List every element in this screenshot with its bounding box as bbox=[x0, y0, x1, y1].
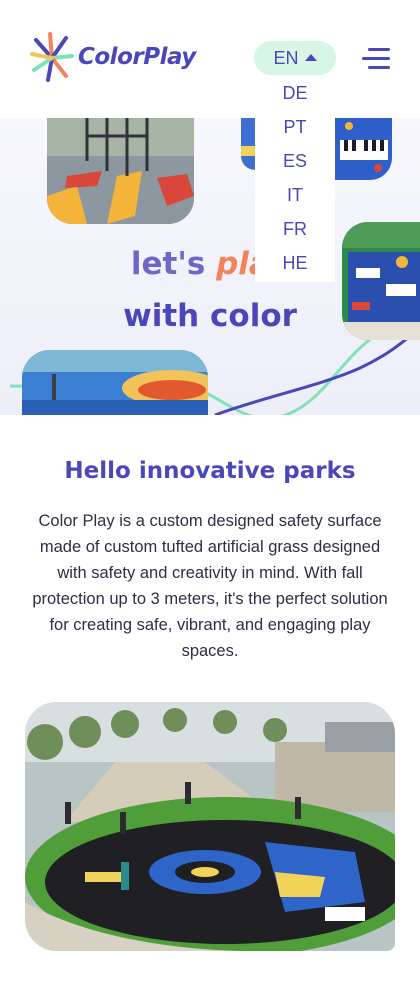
language-option[interactable]: FR bbox=[255, 212, 335, 246]
language-dropdown: DE PT ES IT FR HE bbox=[255, 76, 335, 282]
intro-title: Hello innovative parks bbox=[64, 458, 356, 484]
language-option[interactable]: ES bbox=[255, 144, 335, 178]
blue-surface-photo bbox=[22, 350, 208, 415]
hero-heading-line2: with color bbox=[123, 298, 297, 334]
current-language: EN bbox=[273, 47, 299, 68]
language-option[interactable]: HE bbox=[255, 246, 335, 280]
logo[interactable]: ColorPlay bbox=[30, 30, 196, 84]
language-option[interactable]: PT bbox=[255, 110, 335, 144]
site-header: ColorPlay EN bbox=[0, 0, 420, 118]
colorplay-burst-icon bbox=[30, 32, 74, 82]
playground-photo bbox=[47, 118, 194, 224]
language-selector-button[interactable]: EN bbox=[254, 41, 336, 75]
park-feature-photo bbox=[25, 702, 395, 951]
hero-section: let's play with color bbox=[0, 118, 420, 415]
hero-heading-prefix: let's bbox=[130, 246, 217, 282]
language-option[interactable]: IT bbox=[255, 178, 335, 212]
hamburger-menu-icon[interactable] bbox=[362, 48, 390, 70]
caret-up-icon bbox=[304, 53, 317, 61]
piano-surface-photo bbox=[334, 118, 392, 180]
logo-text: ColorPlay bbox=[78, 44, 196, 70]
hero-heading-line1: let's play bbox=[0, 246, 420, 282]
language-option[interactable]: DE bbox=[255, 76, 335, 110]
intro-body: Color Play is a custom designed safety s… bbox=[32, 512, 388, 660]
park-edge-photo bbox=[241, 118, 255, 170]
